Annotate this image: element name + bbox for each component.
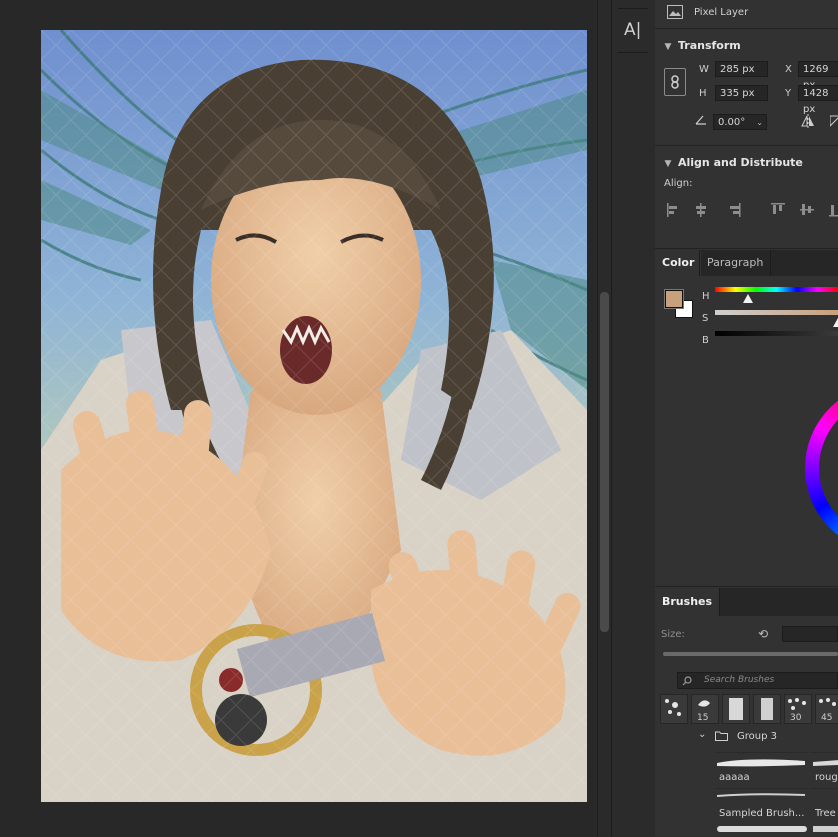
- brush-tip-preset[interactable]: [722, 694, 750, 724]
- brush-size-field[interactable]: [782, 626, 838, 642]
- height-field[interactable]: 335 px: [715, 85, 768, 101]
- transform-section-header[interactable]: ▼ Transform: [655, 39, 838, 52]
- chevron-down-icon: ⌄: [698, 729, 707, 740]
- x-label: X: [785, 64, 792, 75]
- brush-item-name: roug: [815, 772, 838, 783]
- artwork-image[interactable]: [41, 30, 587, 802]
- align-buttons: [667, 203, 838, 220]
- brush-tip-size: 45: [821, 713, 833, 723]
- y-label: Y: [785, 88, 792, 99]
- scrollbar-thumb[interactable]: [600, 292, 609, 632]
- tab-brushes[interactable]: Brushes: [655, 588, 721, 616]
- brush-size-label: Size:: [661, 629, 685, 640]
- saturation-slider-handle[interactable]: [833, 318, 838, 327]
- brush-size-slider[interactable]: [663, 652, 838, 656]
- layer-type-label: Pixel Layer: [694, 7, 749, 18]
- brush-item[interactable]: Tree: [811, 788, 838, 822]
- search-icon: [682, 676, 692, 686]
- brush-group-name: Group 3: [737, 731, 777, 742]
- saturation-label: S: [702, 313, 709, 324]
- brush-tip-size: 15: [697, 713, 709, 723]
- color-panel-tabbar: Color Paragraph: [655, 250, 838, 276]
- angle-field[interactable]: 0.00° ⌄: [713, 114, 767, 130]
- hue-label: H: [702, 291, 710, 302]
- width-field[interactable]: 285 px: [715, 61, 768, 77]
- height-label: H: [699, 88, 707, 99]
- tab-paragraph[interactable]: Paragraph: [699, 250, 772, 276]
- brightness-label: B: [702, 335, 709, 346]
- brush-item[interactable]: Sampled Brush...: [715, 788, 809, 822]
- y-field[interactable]: 1428 px: [798, 85, 838, 115]
- brush-item-preview[interactable]: [717, 826, 807, 832]
- flip-vertical-icon[interactable]: [829, 114, 838, 131]
- hue-slider-handle[interactable]: [743, 294, 753, 303]
- search-brushes-field[interactable]: Search Brushes: [677, 672, 838, 689]
- flip-horizontal-icon[interactable]: [800, 114, 816, 131]
- artwork-illustration: [41, 30, 587, 802]
- brushes-panel-tabbar: Brushes: [655, 588, 838, 616]
- reset-size-icon[interactable]: ⟲: [758, 627, 768, 641]
- align-title: Align and Distribute: [678, 156, 803, 169]
- type-tool-icon[interactable]: A|: [624, 20, 641, 40]
- color-wheel[interactable]: [805, 383, 838, 553]
- panel-tool-strip: [611, 0, 656, 837]
- right-panels: Pixel Layer ▼ Transform W 285 px X 1269 p…: [655, 0, 838, 837]
- chain-link-icon: [671, 75, 679, 89]
- angle-dropdown-icon[interactable]: ⌄: [756, 115, 763, 131]
- search-brushes-placeholder: Search Brushes: [704, 675, 775, 685]
- brush-item-name: Sampled Brush...: [719, 808, 805, 819]
- chevron-down-icon: ▼: [664, 159, 672, 169]
- tab-color[interactable]: Color: [655, 250, 702, 276]
- hue-slider[interactable]: [715, 287, 838, 292]
- brush-tip-preset[interactable]: [753, 694, 781, 724]
- angle-value: 0.00°: [718, 117, 746, 128]
- layer-type-icon: [667, 5, 683, 19]
- transform-title: Transform: [678, 39, 741, 52]
- brush-item-name: aaaaa: [719, 772, 750, 783]
- brush-tip-size: 30: [790, 713, 802, 723]
- document-canvas-area[interactable]: [0, 0, 597, 837]
- brush-group-row[interactable]: ⌄ Group 3: [695, 728, 838, 746]
- brush-item-name: Tree: [815, 808, 836, 819]
- angle-icon: [695, 115, 707, 128]
- saturation-slider[interactable]: [715, 310, 838, 315]
- brush-tip-preset[interactable]: [660, 694, 688, 724]
- align-section-header[interactable]: ▼ Align and Distribute: [655, 156, 838, 169]
- align-label: Align:: [664, 178, 693, 189]
- align-icons: [667, 203, 838, 217]
- chevron-down-icon: ▼: [664, 42, 672, 52]
- folder-icon: [715, 731, 728, 744]
- link-dimensions-button[interactable]: [664, 68, 686, 96]
- foreground-color-swatch[interactable]: [665, 290, 683, 308]
- x-field[interactable]: 1269 px: [798, 61, 838, 91]
- brush-item[interactable]: roug: [811, 752, 838, 786]
- brush-item[interactable]: aaaaa: [715, 752, 809, 786]
- canvas-vertical-scrollbar[interactable]: [597, 0, 611, 837]
- width-label: W: [699, 64, 709, 75]
- brush-item-preview[interactable]: [813, 826, 838, 832]
- brightness-slider[interactable]: [715, 331, 838, 336]
